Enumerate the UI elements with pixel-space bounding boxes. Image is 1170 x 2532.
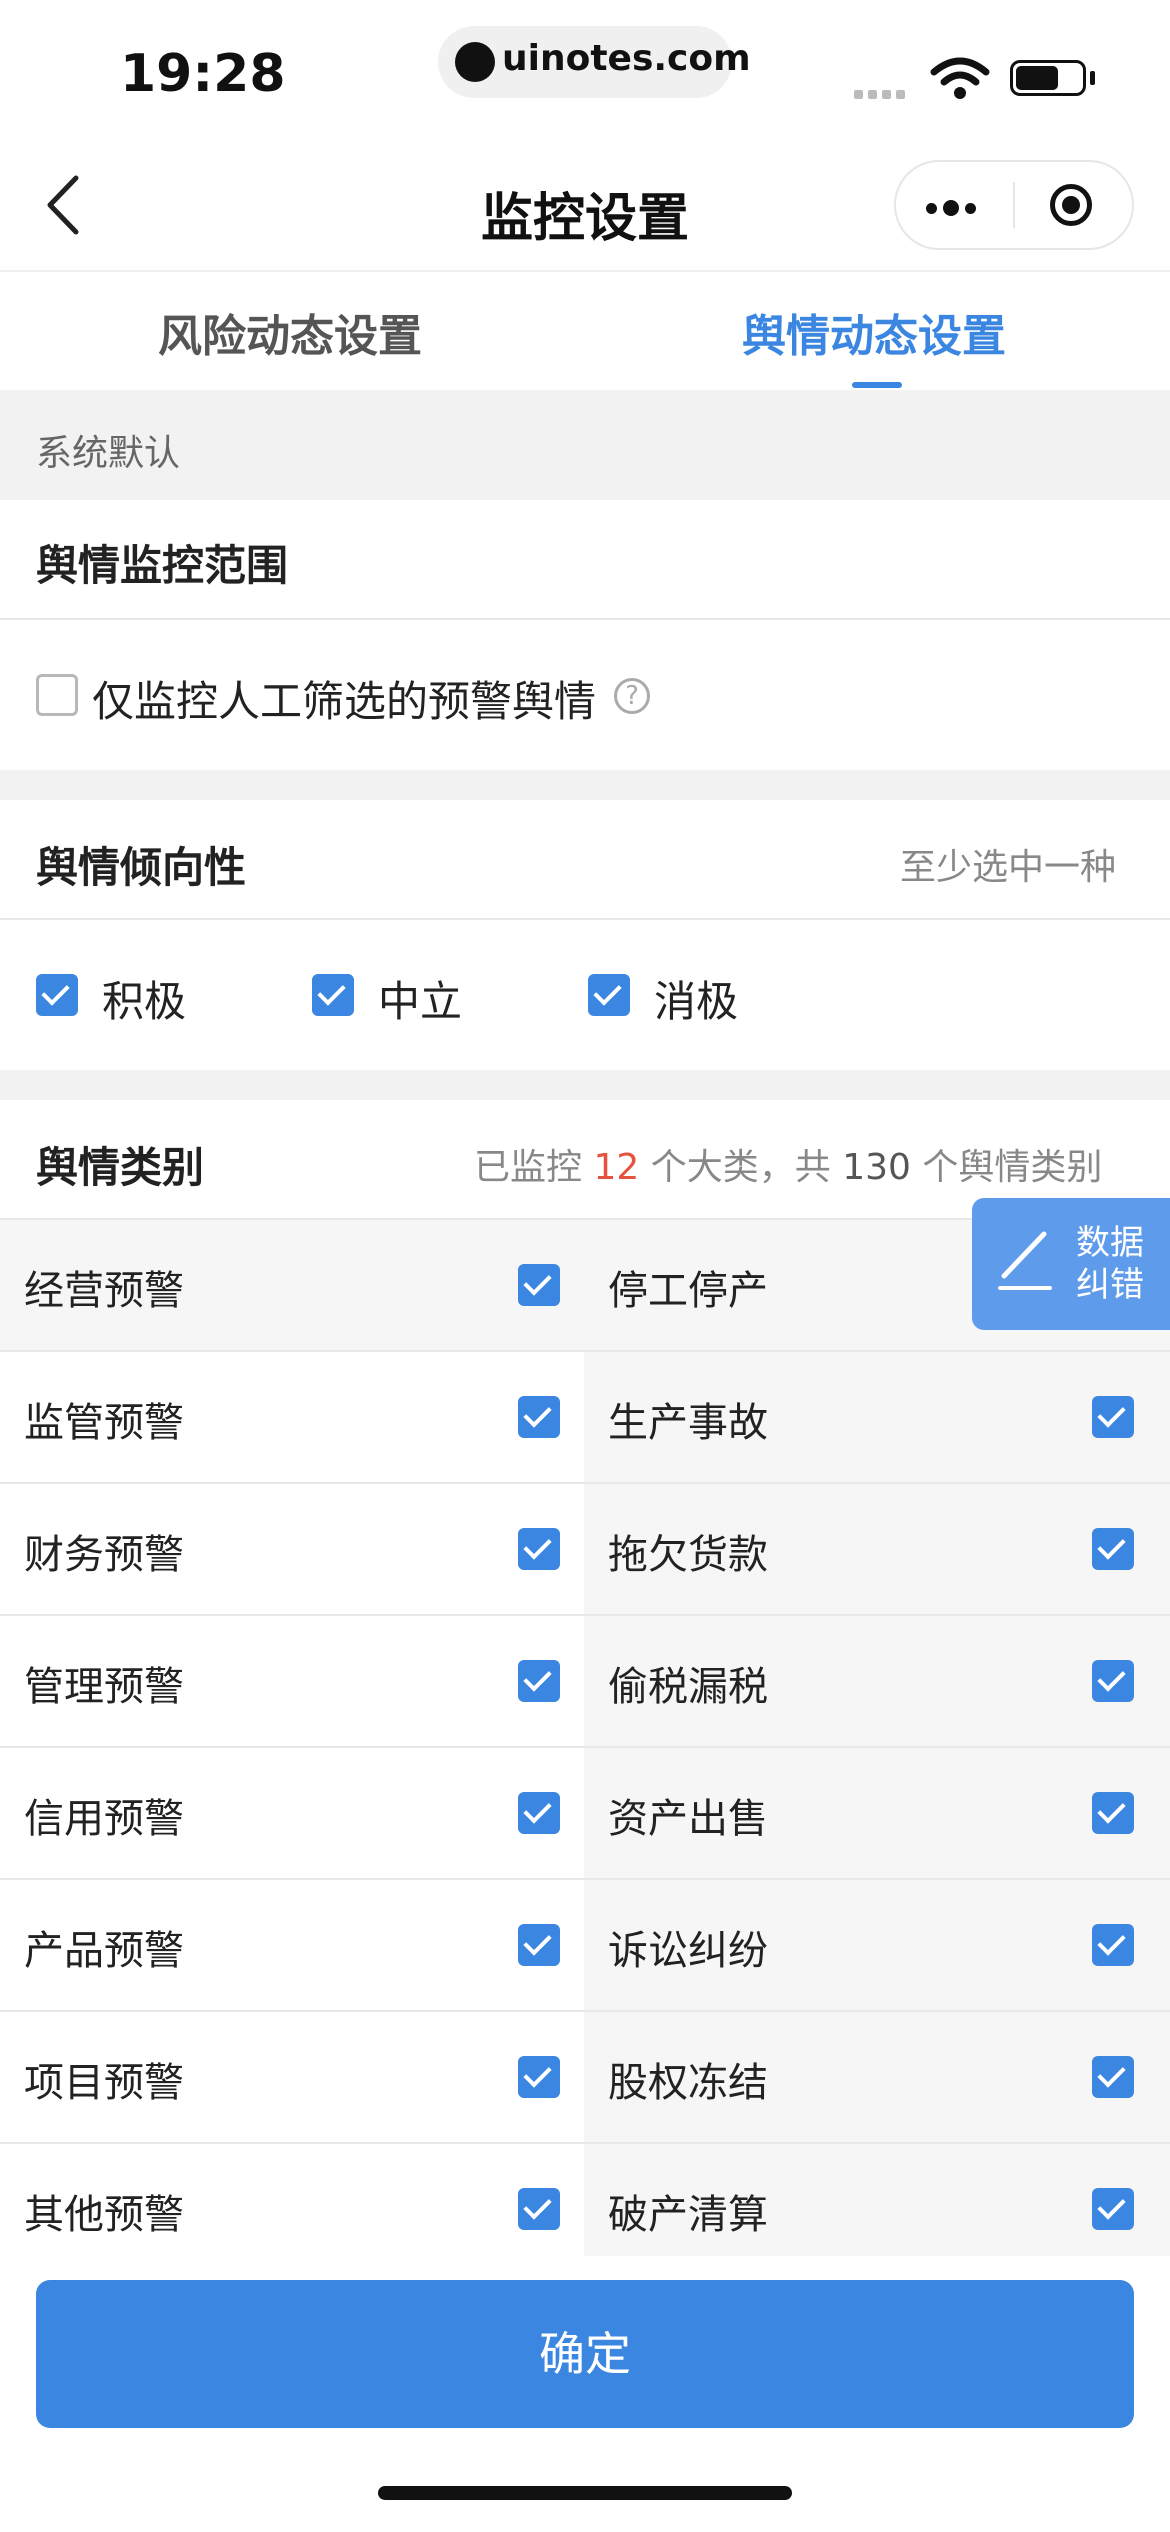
- status-bar: 19:28 uinotes.com: [0, 0, 1170, 130]
- count-prefix: 已监控: [474, 1147, 583, 1188]
- category-checkbox[interactable]: [1092, 1660, 1134, 1702]
- category-checkbox[interactable]: [1092, 1528, 1134, 1570]
- category-item-label: 股权冻结: [608, 2060, 768, 2106]
- option-neutral-label: 中立: [378, 977, 463, 1026]
- category-item-label: 偷税漏税: [608, 1664, 768, 1710]
- category-checkbox[interactable]: [518, 1792, 560, 1834]
- status-time: 19:28: [120, 44, 286, 104]
- url-text: uinotes.com: [502, 38, 751, 79]
- major-count: 12: [593, 1147, 640, 1188]
- site-logo-icon: [455, 42, 495, 82]
- category-checkbox[interactable]: [518, 1528, 560, 1570]
- nav-divider: [0, 270, 1170, 272]
- category-item-label: 其他预警: [24, 2192, 184, 2238]
- divider: [0, 918, 1170, 920]
- category-item-label: 产品预警: [24, 1928, 184, 1974]
- category-item-label: 破产清算: [608, 2192, 768, 2238]
- checkbox-positive[interactable]: [36, 974, 78, 1016]
- edit-pencil-icon: [998, 1231, 1052, 1290]
- category-item-label: 生产事故: [608, 1400, 768, 1446]
- battery-level: [1016, 66, 1058, 90]
- data-correction-line1: 数据: [1076, 1223, 1144, 1263]
- category-item-label: 信用预警: [24, 1796, 184, 1842]
- category-item-label: 拖欠货款: [608, 1532, 768, 1578]
- category-item-label: 监管预警: [24, 1400, 184, 1446]
- tab-sentiment-dynamics[interactable]: 舆情动态设置: [742, 300, 1006, 364]
- home-indicator: [378, 2486, 792, 2500]
- category-checkbox[interactable]: [1092, 1924, 1134, 1966]
- category-item-label: 项目预警: [24, 2060, 184, 2106]
- category-item-label: 财务预警: [24, 1532, 184, 1578]
- category-count: 已监控 12 个大类，共 130 个舆情类别: [474, 1138, 1102, 1190]
- checkbox-negative[interactable]: [588, 974, 630, 1016]
- capsule-divider: [1013, 182, 1015, 228]
- row-divider: [0, 2142, 1170, 2144]
- category-checkbox[interactable]: [1092, 2056, 1134, 2098]
- scope-option-label: 仅监控人工筛选的预警舆情: [92, 677, 597, 726]
- divider: [0, 618, 1170, 620]
- category-checkbox[interactable]: [518, 2056, 560, 2098]
- tendency-hint: 至少选中一种: [900, 847, 1117, 888]
- row-divider: [0, 1350, 1170, 1352]
- category-checkbox[interactable]: [518, 1396, 560, 1438]
- confirm-button[interactable]: 确定: [36, 2280, 1134, 2428]
- category-checkbox[interactable]: [1092, 1396, 1134, 1438]
- category-checkbox[interactable]: [518, 1660, 560, 1702]
- option-positive-label: 积极: [102, 977, 187, 1026]
- total-count: 130: [842, 1147, 911, 1188]
- category-item-label: 诉讼纠纷: [608, 1928, 768, 1974]
- category-checkbox[interactable]: [518, 2188, 560, 2230]
- cellular-signal-icon: [854, 84, 910, 103]
- count-middle: 个大类，共: [650, 1147, 831, 1188]
- battery-tip: [1090, 71, 1095, 85]
- scope-checkbox[interactable]: [36, 674, 78, 716]
- data-correction-line2: 纠错: [1076, 1265, 1144, 1305]
- row-divider: [0, 2010, 1170, 2012]
- row-divider: [0, 1614, 1170, 1616]
- close-miniprogram-dot: [1062, 196, 1080, 214]
- category-item-label: 资产出售: [608, 1796, 768, 1842]
- section-gap: [0, 770, 1170, 800]
- row-divider: [0, 1746, 1170, 1748]
- category-checkbox[interactable]: [1092, 2188, 1134, 2230]
- tab-risk-dynamics[interactable]: 风险动态设置: [158, 300, 422, 364]
- option-negative-label: 消极: [654, 977, 739, 1026]
- tendency-title: 舆情倾向性: [36, 843, 247, 892]
- question-circle-icon[interactable]: ?: [614, 678, 650, 714]
- data-correction-label: 数据 纠错: [1076, 1222, 1166, 1306]
- category-checkbox[interactable]: [518, 1264, 560, 1306]
- active-tab-indicator: [852, 382, 902, 388]
- row-divider: [0, 1878, 1170, 1880]
- wifi-icon: [930, 57, 990, 99]
- category-checkbox[interactable]: [1092, 1792, 1134, 1834]
- section-gap: [0, 1070, 1170, 1100]
- row-divider: [0, 1482, 1170, 1484]
- category-item-label: 管理预警: [24, 1664, 184, 1710]
- scope-title: 舆情监控范围: [36, 541, 289, 590]
- category-item-label: 停工停产: [608, 1268, 768, 1314]
- category-checkbox[interactable]: [518, 1924, 560, 1966]
- category-item-label: 经营预警: [24, 1268, 184, 1314]
- default-label: 系统默认: [36, 433, 181, 474]
- category-title: 舆情类别: [36, 1143, 205, 1192]
- more-options-icon[interactable]: [926, 198, 982, 218]
- count-suffix: 个舆情类别: [922, 1147, 1103, 1188]
- checkbox-neutral[interactable]: [312, 974, 354, 1016]
